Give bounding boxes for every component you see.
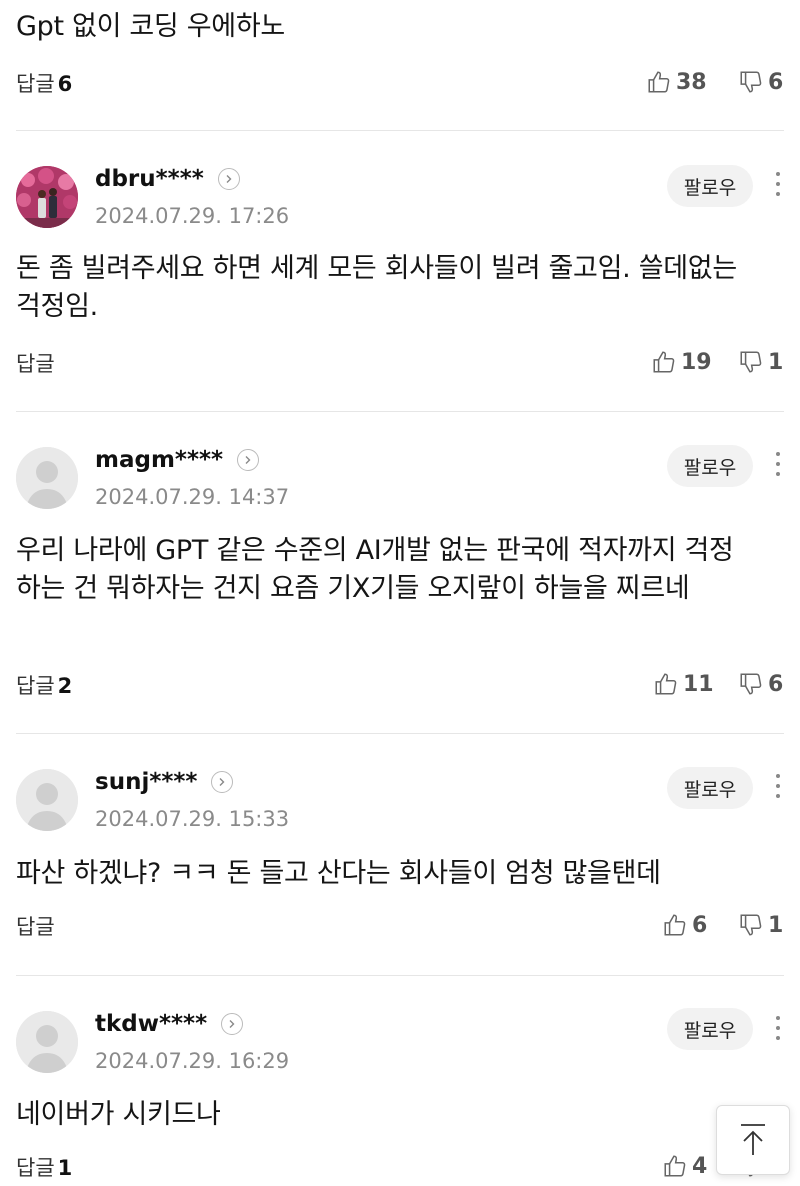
reply-button[interactable]: 답글 [16, 911, 58, 941]
reply-button[interactable]: 답글 [16, 348, 58, 378]
thumbs-up-icon [648, 71, 670, 93]
dislike-button[interactable]: 1 [738, 905, 783, 945]
comment-text: 우리 나라에 GPT 같은 수준의 AI개발 없는 판국에 적자까지 걱정하는 … [16, 535, 734, 604]
like-count: 38 [676, 69, 707, 95]
comment-actions: 답글 6 1 [0, 905, 800, 945]
avatar[interactable] [16, 447, 78, 509]
comment-actions: 답글 19 1 [0, 342, 800, 382]
comment-text: 네이버가 시키드나 [16, 1099, 221, 1130]
follow-button[interactable]: 팔로우 [667, 445, 753, 487]
thumbs-down-icon [740, 351, 762, 373]
reply-label: 답글 [16, 72, 55, 96]
reply-label: 답글 [16, 352, 55, 376]
dislike-count: 6 [768, 671, 784, 697]
username[interactable]: magm**** [95, 447, 260, 473]
thumbs-up-icon [653, 351, 675, 373]
follow-button[interactable]: 팔로우 [667, 1008, 753, 1050]
avatar[interactable] [16, 1011, 78, 1073]
username[interactable]: dbru**** [95, 166, 240, 192]
thumbs-up-icon [664, 1155, 686, 1177]
like-count: 6 [692, 912, 708, 938]
dislike-button[interactable]: 6 [738, 664, 783, 704]
thumbs-up-icon [655, 673, 677, 695]
reply-label: 답글 [16, 1156, 55, 1180]
comment-actions: 답글 2 11 6 [0, 664, 800, 704]
like-count: 19 [681, 349, 712, 375]
arrow-up-icon [741, 1124, 765, 1155]
avatar[interactable] [16, 166, 78, 228]
comment-date: 2024.07.29. 17:26 [95, 204, 290, 228]
username-text: sunj**** [95, 769, 198, 795]
more-vertical-icon[interactable] [769, 770, 787, 804]
divider [16, 975, 784, 976]
reply-button[interactable]: 답글 2 [16, 670, 72, 700]
comment-date: 2024.07.29. 16:29 [95, 1049, 290, 1073]
thumbs-down-icon [740, 914, 762, 936]
default-avatar-icon [16, 1011, 78, 1073]
comment-actions: 답글1 4 2 [0, 1146, 800, 1186]
more-vertical-icon[interactable] [769, 448, 787, 482]
follow-button[interactable]: 팔로우 [667, 767, 753, 809]
comment-text: Gpt 없이 코딩 우에하노 [16, 11, 285, 42]
chevron-right-icon[interactable] [237, 449, 260, 471]
chevron-right-icon[interactable] [221, 1013, 244, 1035]
divider [16, 411, 784, 412]
reply-button[interactable]: 답글 1 [16, 1152, 72, 1182]
username-text: dbru**** [95, 166, 204, 192]
comment-actions: 답글 6 38 6 [0, 62, 800, 102]
divider [16, 130, 784, 131]
reply-count: 2 [57, 674, 73, 698]
chevron-right-icon[interactable] [217, 168, 240, 190]
comment-text: 돈 좀 빌려주세요 하면 세계 모든 회사들이 빌려 줄고임. 쓸데없는 걱정임… [16, 253, 737, 322]
divider [16, 733, 784, 734]
dislike-count: 1 [768, 349, 784, 375]
dislike-button[interactable]: 6 [738, 62, 783, 102]
thumbs-down-icon [740, 71, 762, 93]
scroll-top-button[interactable] [716, 1105, 790, 1175]
avatar[interactable] [16, 769, 78, 831]
like-button[interactable]: 38 [646, 62, 707, 102]
username[interactable]: tkdw**** [95, 1011, 244, 1037]
reply-label: 답글 [16, 674, 55, 698]
username[interactable]: sunj**** [95, 769, 234, 795]
reply-count: 6 [57, 72, 73, 96]
thumbs-down-icon [740, 673, 762, 695]
comment-date: 2024.07.29. 14:37 [95, 485, 290, 509]
reply-button[interactable]: 답글 6 [16, 68, 72, 98]
dislike-count: 6 [768, 69, 784, 95]
more-vertical-icon[interactable] [769, 1012, 787, 1046]
dislike-count: 1 [768, 912, 784, 938]
like-button[interactable]: 6 [662, 905, 707, 945]
default-avatar-icon [16, 447, 78, 509]
thumbs-up-icon [664, 914, 686, 936]
like-count: 11 [683, 671, 714, 697]
dislike-button[interactable]: 1 [738, 342, 783, 382]
like-count: 4 [692, 1153, 708, 1179]
comment-text: 파산 하겠냐? ㅋㅋ 돈 들고 산다는 회사들이 엄청 많을탠데 [16, 858, 661, 889]
follow-button[interactable]: 팔로우 [667, 165, 753, 207]
like-button[interactable]: 4 [662, 1146, 707, 1186]
chevron-right-icon[interactable] [211, 771, 234, 793]
like-button[interactable]: 11 [653, 664, 714, 704]
more-vertical-icon[interactable] [769, 168, 787, 202]
comment-date: 2024.07.29. 15:33 [95, 807, 290, 831]
reply-count: 1 [57, 1156, 73, 1180]
default-avatar-icon [16, 769, 78, 831]
avatar-photo [16, 166, 78, 228]
username-text: tkdw**** [95, 1011, 208, 1037]
like-button[interactable]: 19 [651, 342, 712, 382]
username-text: magm**** [95, 447, 224, 473]
reply-label: 답글 [16, 915, 55, 939]
